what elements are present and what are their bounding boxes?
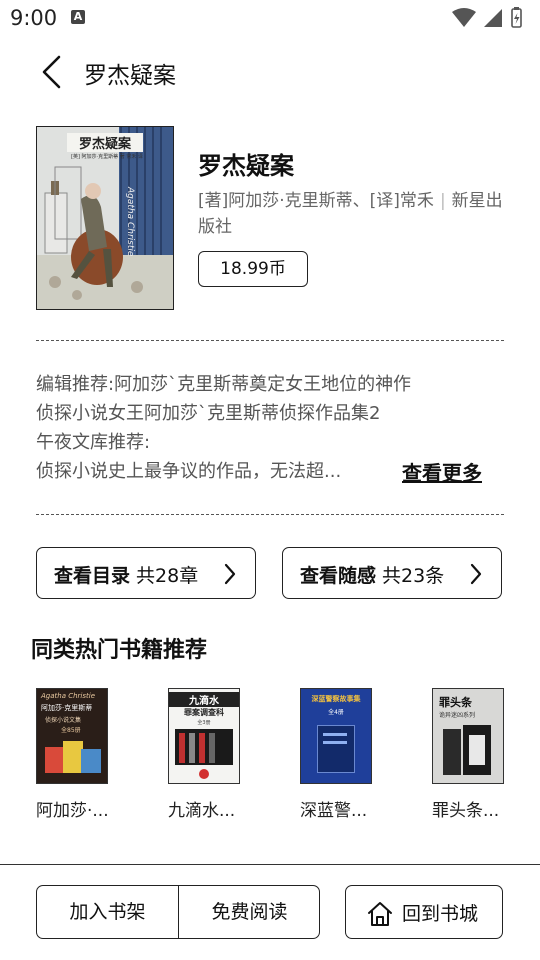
chevron-left-icon — [42, 55, 61, 89]
cover-tag: 全3册 — [197, 720, 211, 726]
book-authors: [著]阿加莎·克里斯蒂、[译]常禾 — [198, 191, 434, 211]
recommended-book[interactable]: 深蓝警察故事集 全4册 深蓝警... — [300, 688, 374, 821]
notification-icon: A — [71, 10, 85, 24]
divider — [36, 514, 504, 515]
book-cover[interactable]: 罗杰疑案 [英] 阿加莎·克里斯蒂 著 常禾 译 Agatha Christie — [36, 126, 174, 310]
add-to-shelf-button[interactable]: 加入书架 — [37, 886, 178, 938]
price-badge: 18.99币 — [198, 251, 308, 287]
description-line: 侦探小说女王阿加莎`克里斯蒂侦探作品集2 — [36, 403, 381, 424]
cover-subtitle: [英] 阿加莎·克里斯蒂 著 常禾 译 — [71, 154, 143, 160]
cover-signature: Agatha Christie — [41, 692, 96, 700]
recommended-book-name: 罪头条... — [432, 801, 500, 821]
cover-title: 阿加莎·克里斯蒂 — [41, 704, 93, 712]
recommended-book[interactable]: Agatha Christie 阿加莎·克里斯蒂 侦探小说文集 全85册 阿加莎… — [36, 688, 110, 821]
view-notes-button[interactable]: 查看随感 共23条 — [282, 547, 502, 599]
cover-subtitle: 侦探小说文集 — [45, 717, 82, 724]
back-to-store-button[interactable]: 回到书城 — [345, 885, 503, 939]
cover-subtitle: 诡异迷凶系列 — [439, 712, 476, 719]
cover-title: 罗杰疑案 — [67, 133, 143, 152]
back-button[interactable] — [30, 52, 74, 96]
cover-signature: Agatha Christie — [125, 187, 135, 257]
book-title: 罗杰疑案 — [198, 152, 294, 180]
free-read-button[interactable]: 免费阅读 — [179, 886, 320, 938]
book-meta: [著]阿加莎·克里斯蒂、[译]常禾 | 新星出版社 — [198, 188, 508, 240]
status-time: 9:00 — [10, 6, 58, 30]
recommended-book-name: 九滴水... — [168, 801, 236, 821]
recommended-book[interactable]: 九滴水 罪案调查科 全3册 九滴水... — [168, 688, 242, 821]
recommended-book-cover: 罪头条 诡异迷凶系列 — [432, 688, 504, 784]
home-icon — [368, 902, 392, 926]
chapter-count: 共28章 — [136, 565, 199, 587]
cover-tag: 全4册 — [328, 709, 344, 716]
notes-label: 查看随感 共23条 — [300, 565, 445, 587]
status-bar: 9:00 A — [0, 0, 540, 36]
view-catalog-button[interactable]: 查看目录 共28章 — [36, 547, 256, 599]
recommended-book[interactable]: 罪头条 诡异迷凶系列 罪头条... — [432, 688, 506, 821]
cover-title: 罪头条 — [439, 696, 472, 709]
description-line: 午夜文库推荐: — [36, 432, 151, 453]
status-icons — [450, 6, 530, 34]
recommended-book-cover: 深蓝警察故事集 全4册 — [300, 688, 372, 784]
meta-separator: | — [439, 191, 446, 211]
header: 罗杰疑案 — [0, 40, 540, 106]
recommended-book-cover: Agatha Christie 阿加莎·克里斯蒂 侦探小说文集 全85册 — [36, 688, 108, 784]
shelf-read-button-group: 加入书架 免费阅读 — [36, 885, 320, 939]
description-line: 编辑推荐:阿加莎`克里斯蒂奠定女王地位的神作 — [36, 374, 412, 395]
back-to-store-label: 回到书城 — [402, 903, 479, 925]
recommendations-title: 同类热门书籍推荐 — [31, 638, 208, 663]
catalog-label: 查看目录 共28章 — [54, 565, 199, 587]
view-more-link[interactable]: 查看更多 — [402, 457, 482, 486]
chevron-right-icon — [470, 563, 482, 585]
cover-title: 九滴水 — [169, 692, 239, 707]
chevron-right-icon — [224, 563, 236, 585]
cover-subtitle: 罪案调查科 — [184, 708, 224, 717]
notes-count: 共23条 — [382, 565, 445, 587]
cover-title: 深蓝警察故事集 — [311, 695, 361, 703]
recommended-book-name: 深蓝警... — [300, 801, 368, 821]
wifi-signal-battery-icon — [452, 7, 522, 28]
recommended-book-name: 阿加莎·... — [36, 801, 109, 821]
bottom-bar-divider — [0, 864, 540, 865]
divider — [36, 340, 504, 341]
page-title: 罗杰疑案 — [84, 63, 176, 89]
recommended-book-cover: 九滴水 罪案调查科 全3册 — [168, 688, 240, 784]
cover-tag: 全85册 — [61, 727, 81, 734]
